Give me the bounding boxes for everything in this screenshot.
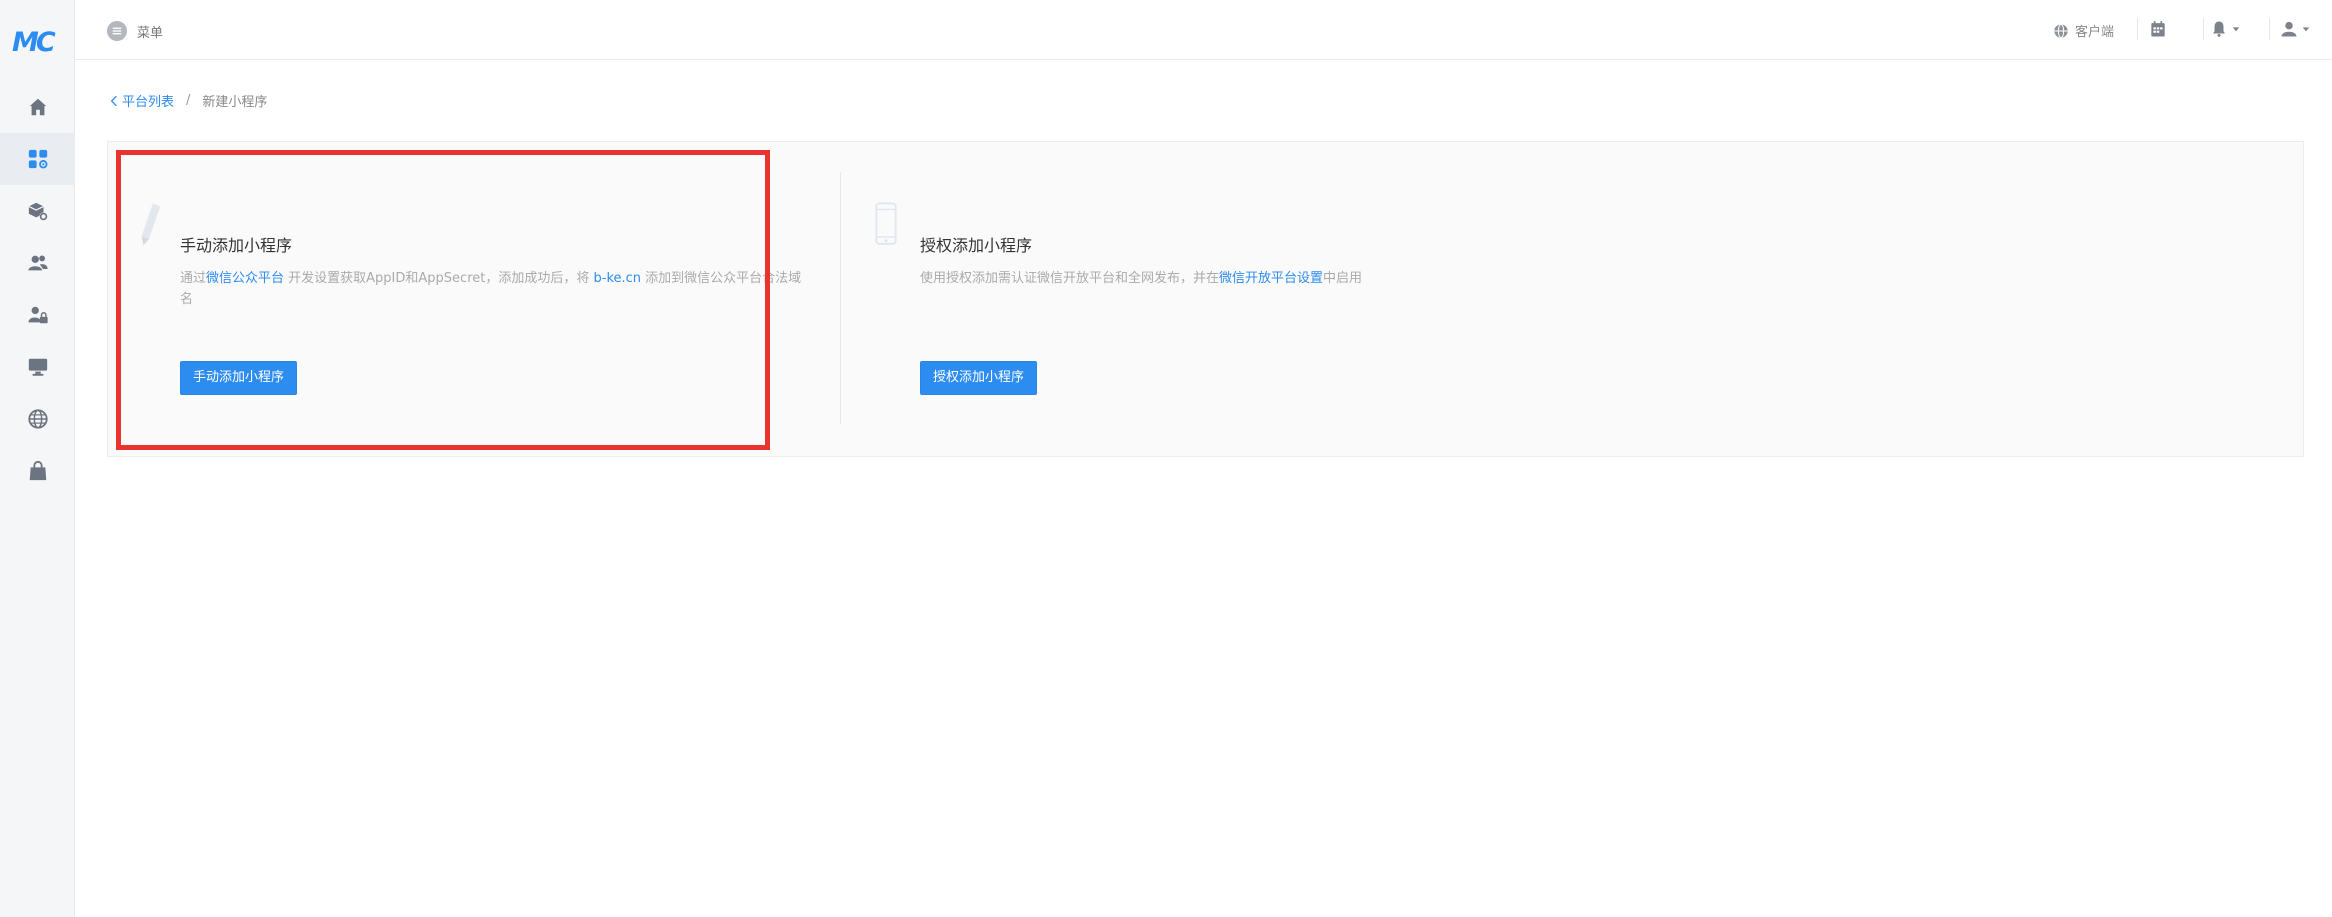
calendar-icon bbox=[2151, 21, 2165, 37]
sidebar-item-devices[interactable] bbox=[0, 341, 75, 393]
box-settings-icon bbox=[28, 202, 48, 221]
monitor-icon bbox=[28, 358, 47, 376]
caret-down-icon bbox=[2232, 27, 2240, 32]
sidebar-item-shop[interactable] bbox=[0, 445, 75, 497]
wechat-mp-link[interactable]: 微信公众平台 bbox=[206, 271, 284, 286]
topbar-actions: 客户端 bbox=[1992, 0, 2332, 60]
manual-add-button[interactable]: 手动添加小程序 bbox=[180, 361, 298, 395]
desc-text: 中启用 bbox=[1323, 271, 1363, 286]
breadcrumb: 平台列表 / 新建小程序 bbox=[110, 91, 267, 110]
breadcrumb-current: 新建小程序 bbox=[202, 95, 268, 110]
breadcrumb-separator: / bbox=[186, 93, 191, 108]
breadcrumb-back-label: 平台列表 bbox=[122, 95, 175, 110]
users-icon bbox=[27, 255, 48, 271]
sidebar-item-web[interactable] bbox=[0, 393, 75, 445]
notifications-button[interactable] bbox=[2210, 20, 2240, 38]
home-icon bbox=[29, 98, 46, 116]
bell-icon bbox=[2213, 21, 2225, 37]
client-link[interactable]: 客户端 bbox=[2053, 21, 2114, 40]
client-label: 客户端 bbox=[2074, 25, 2114, 40]
menu-toggle-button[interactable]: 菜单 bbox=[107, 20, 163, 42]
mobile-phone-icon bbox=[875, 202, 897, 245]
auth-add-description: 使用授权添加需认证微信开放平台和全网发布，并在微信开放平台设置中启用 bbox=[920, 268, 1620, 289]
auth-add-card: 授权添加小程序 使用授权添加需认证微信开放平台和全网发布，并在微信开放平台设置中… bbox=[841, 142, 2301, 458]
breadcrumb-back-link[interactable]: 平台列表 bbox=[110, 91, 174, 110]
user-lock-icon bbox=[27, 306, 48, 324]
sidebar-item-users[interactable] bbox=[0, 237, 75, 289]
add-miniprogram-panel: 手动添加小程序 通过微信公众平台 开发设置获取AppID和AppSecret，添… bbox=[107, 141, 2304, 457]
globe-icon bbox=[27, 409, 48, 429]
chevron-left-icon bbox=[110, 95, 117, 106]
sidebar-item-home[interactable] bbox=[0, 81, 75, 133]
apps-icon bbox=[28, 149, 47, 169]
topbar: 菜单 客户端 bbox=[75, 0, 2332, 60]
topbar-divider bbox=[2203, 18, 2204, 40]
user-icon bbox=[2281, 21, 2297, 37]
menu-label: 菜单 bbox=[137, 25, 164, 41]
caret-down-icon bbox=[2302, 27, 2310, 32]
topbar-divider bbox=[2269, 18, 2270, 40]
manual-add-card: 手动添加小程序 通过微信公众平台 开发设置获取AppID和AppSecret，添… bbox=[108, 142, 839, 458]
sidebar-item-apps[interactable] bbox=[0, 133, 75, 185]
app-logo[interactable]: MC bbox=[12, 26, 64, 60]
sidebar-item-products[interactable] bbox=[0, 185, 75, 237]
pencil-icon bbox=[141, 203, 161, 246]
bag-icon bbox=[29, 460, 46, 481]
user-menu-button[interactable] bbox=[2280, 20, 2310, 38]
calendar-button[interactable] bbox=[2148, 19, 2170, 41]
desc-text: 通过 bbox=[180, 271, 207, 286]
auth-add-button[interactable]: 授权添加小程序 bbox=[920, 361, 1038, 395]
manual-add-title: 手动添加小程序 bbox=[180, 236, 293, 255]
desc-text: 使用授权添加需认证微信开放平台和全网发布，并在 bbox=[920, 271, 1220, 286]
sidebar: MC bbox=[0, 0, 75, 917]
topbar-divider bbox=[2137, 18, 2138, 40]
sidebar-item-permissions[interactable] bbox=[0, 289, 75, 341]
desc-text: 开发设置获取AppID和AppSecret，添加成功后，将 bbox=[284, 271, 594, 286]
globe-icon bbox=[2054, 23, 2068, 38]
auth-add-title: 授权添加小程序 bbox=[920, 236, 1033, 255]
manual-add-description: 通过微信公众平台 开发设置获取AppID和AppSecret，添加成功后，将 b… bbox=[180, 268, 810, 310]
list-icon bbox=[107, 21, 127, 41]
domain-link[interactable]: b-ke.cn bbox=[594, 271, 642, 286]
wechat-open-platform-link[interactable]: 微信开放平台设置 bbox=[1219, 271, 1323, 286]
